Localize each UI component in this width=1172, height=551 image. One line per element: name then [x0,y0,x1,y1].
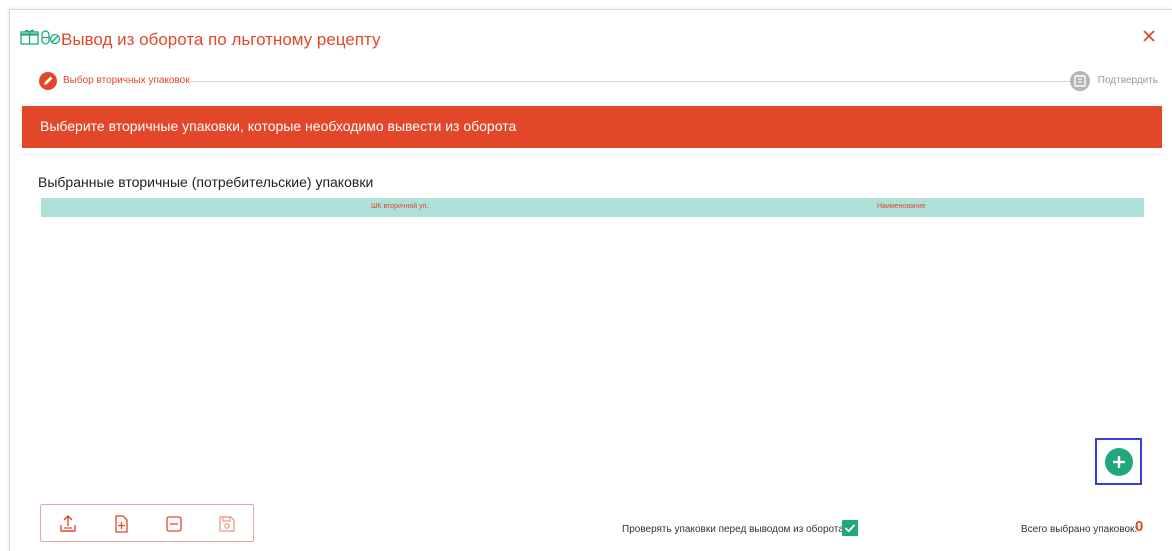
check-before-checkbox[interactable] [842,520,858,536]
remove-icon [166,516,182,532]
checkmark-icon [844,524,856,533]
total-selected-label: Всего выбрано упаковок: [1021,524,1138,535]
stepper: Выбор вторичных упаковок Подтвердить [10,70,1172,92]
upload-icon [60,515,76,532]
table-header: ШК вторичной уп. Наименование [41,198,1144,217]
pencil-icon [39,72,57,90]
check-before-label: Проверять упаковки перед выводом из обор… [622,524,844,535]
save-button[interactable] [200,505,253,541]
section-title: Выбранные вторичные (потребительские) уп… [38,174,374,190]
step-divider [190,81,1077,82]
pills-icon [41,29,61,50]
dialog-header: Вывод из оборота по льготному рецепту [10,10,1172,66]
add-file-icon [115,515,128,533]
dialog-window: Вывод из оборота по льготному рецепту Вы… [9,9,1172,551]
add-button-highlight [1095,438,1142,485]
upload-button[interactable] [41,505,94,541]
total-selected-count: 0 [1135,518,1144,535]
instruction-banner: Выберите вторичные упаковки, которые нео… [22,106,1162,148]
bottom-toolbar [40,504,254,542]
add-button[interactable] [1105,448,1133,476]
header-icons [20,29,61,50]
close-icon[interactable] [1140,27,1158,45]
stamp-icon [1070,71,1090,91]
dialog-title: Вывод из оборота по льготному рецепту [61,30,381,49]
step-confirm-label[interactable]: Подтвердить [1098,75,1158,86]
save-icon [219,516,235,532]
remove-button[interactable] [147,505,200,541]
table-body [41,217,1144,477]
plus-icon [1113,456,1125,468]
add-file-button[interactable] [94,505,147,541]
gift-box-icon [20,29,39,50]
divider [22,154,1162,155]
column-header-code[interactable]: ШК вторичной уп. [371,203,428,210]
column-header-name[interactable]: Наименование [877,203,926,210]
step-select-label[interactable]: Выбор вторичных упаковок [63,75,190,86]
banner-text: Выберите вторичные упаковки, которые нео… [40,118,517,134]
